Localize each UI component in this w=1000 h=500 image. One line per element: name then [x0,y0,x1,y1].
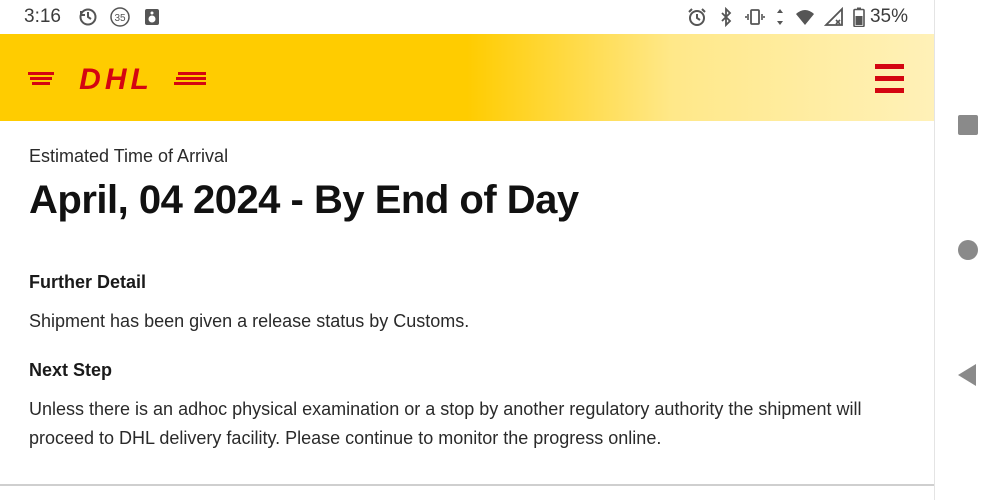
further-detail-text: Shipment has been given a release status… [29,311,470,331]
wifi-icon [795,10,814,25]
screen: 3:16 35 35% DHL Estimated Time of Arriva… [0,0,934,500]
signal-icon [823,7,843,26]
notification-count-icon: 35 [110,7,130,27]
back-triangle-icon[interactable] [956,363,980,387]
sync-icon [79,8,97,26]
status-bar: 3:16 35 35% [0,0,934,34]
status-right-icons: 35% [687,6,908,28]
battery-icon [853,7,865,27]
further-detail-title: Further Detail [29,272,147,292]
status-time: 3:16 [24,6,61,27]
alarm-icon [688,8,706,26]
svg-text:DHL: DHL [79,64,153,92]
data-arrows-icon [776,9,783,25]
svg-text:35: 35 [114,13,126,24]
hamburger-menu-icon[interactable] [872,62,906,94]
home-circle-icon[interactable] [956,238,980,262]
header: DHL [0,34,934,121]
speaker-icon [145,9,159,25]
eta-value: April, 04 2024 - By End of Day [29,178,579,222]
battery-percent: 35% [869,6,908,27]
dhl-logo[interactable]: DHL [28,64,208,92]
bluetooth-icon [721,7,732,27]
next-step-title: Next Step [29,360,113,380]
status-left-icons: 35 [78,7,162,27]
recents-square-icon[interactable] [956,113,980,137]
eta-label: Estimated Time of Arrival [29,146,229,166]
vibrate-icon [745,9,765,25]
navigation-bar [934,0,1000,500]
bottom-divider [0,484,934,486]
next-step-text: Unless there is an adhoc physical examin… [29,399,862,448]
